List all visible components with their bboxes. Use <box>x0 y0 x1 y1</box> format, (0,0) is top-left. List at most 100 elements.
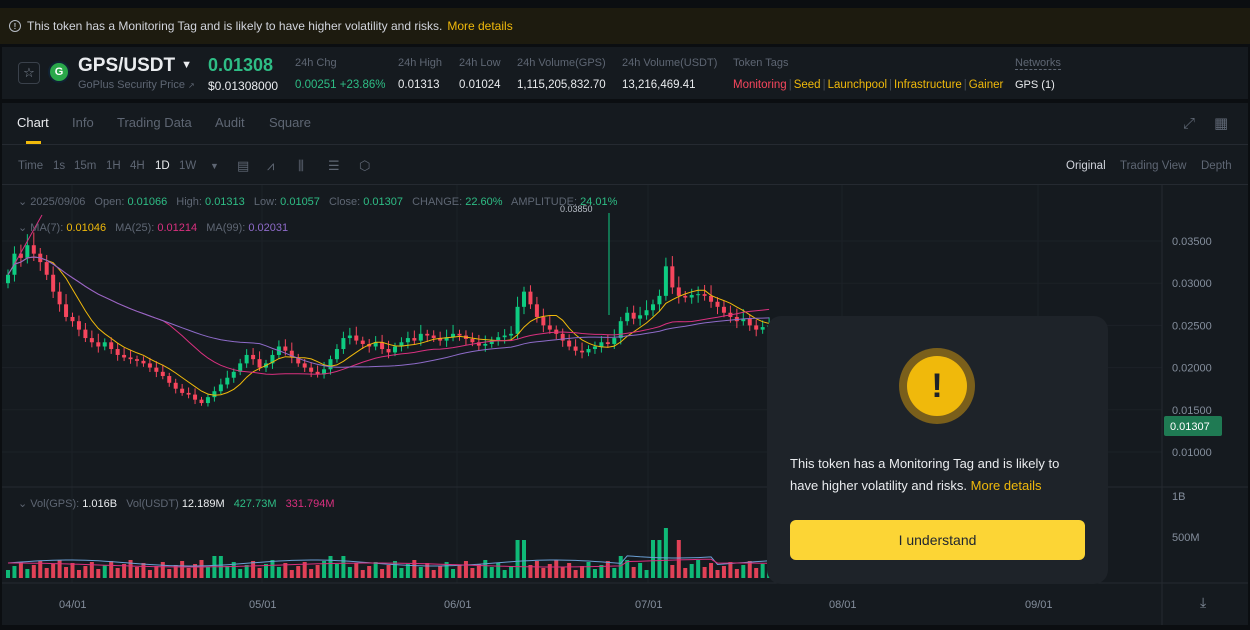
fit-screen-icon[interactable]: ⤓ <box>1200 594 1206 610</box>
timeframe-1d[interactable]: 1D <box>155 160 170 172</box>
vol-usdt-value: 12.189M <box>181 498 225 510</box>
candle-body <box>618 321 623 339</box>
collapse-caret-icon[interactable]: ⌄ <box>18 222 27 234</box>
expand-icon[interactable]: ⤢ <box>1183 115 1195 132</box>
banner-more-details-link[interactable]: More details <box>447 19 512 33</box>
settings-list-icon[interactable]: ☰ <box>328 158 340 174</box>
volume-bar <box>554 560 559 578</box>
candle-body <box>347 335 352 339</box>
volume-bar <box>347 567 352 578</box>
networks-value[interactable]: GPS (1) <box>1015 79 1061 91</box>
candle-body <box>709 295 714 302</box>
modal-more-details-link[interactable]: More details <box>971 478 1042 493</box>
volume-bar <box>141 563 146 578</box>
tab-chart[interactable]: Chart <box>17 115 49 130</box>
timeframe-15m[interactable]: 15m <box>74 160 96 172</box>
candle-body <box>386 349 391 353</box>
tab-trading-data[interactable]: Trading Data <box>117 115 192 130</box>
timeframe-4h[interactable]: 4H <box>130 160 145 172</box>
volume-bar <box>560 567 565 578</box>
candle-body <box>528 291 533 305</box>
candle-body <box>128 357 133 360</box>
volume-bar <box>115 568 120 578</box>
view-original[interactable]: Original <box>1066 160 1106 172</box>
candle-body <box>122 354 127 358</box>
volume-bar <box>225 566 230 578</box>
candle-body <box>44 262 49 275</box>
candle-body <box>70 316 75 322</box>
tab-audit[interactable]: Audit <box>215 115 245 130</box>
collapse-caret-icon[interactable]: ⌄ <box>18 498 27 510</box>
volume-bar <box>160 562 165 578</box>
view-trading-view[interactable]: Trading View <box>1120 160 1186 172</box>
volume-bar <box>754 568 759 578</box>
ohlc-open-label: Open: <box>94 196 125 208</box>
timeframe-1s[interactable]: 1s <box>53 160 65 172</box>
ma25-line <box>13 214 770 375</box>
tag-launchpool[interactable]: Launchpool <box>828 79 887 91</box>
candle-body <box>251 354 256 360</box>
volume-bar <box>51 564 56 578</box>
candle-body <box>547 325 552 330</box>
price-axis-label: 0.02000 <box>1172 363 1212 375</box>
volume-bar <box>296 566 301 578</box>
pair-subtitle[interactable]: GoPlus Security Price ↗ <box>78 79 195 91</box>
monitoring-banner: ! This token has a Monitoring Tag and is… <box>0 8 1250 44</box>
i-understand-button[interactable]: I understand <box>790 520 1085 560</box>
ohlc-amplitude: 24.01% <box>580 196 618 208</box>
volume-bar <box>102 565 107 578</box>
candle-body <box>167 376 172 383</box>
pair-subtitle-text: GoPlus Security Price <box>78 79 185 91</box>
caret-down-icon: ▼ <box>181 59 193 71</box>
ohlc-close: 0.01307 <box>363 196 403 208</box>
hexagon-settings-icon[interactable]: ⬡ <box>359 158 370 174</box>
tab-square[interactable]: Square <box>269 115 311 130</box>
indicator-chart-icon[interactable]: ⩘ <box>267 158 274 174</box>
volume-bar <box>257 568 262 578</box>
exclamation-icon: ! <box>907 356 967 416</box>
candle-body <box>135 359 139 361</box>
timeframe-time[interactable]: Time <box>18 160 43 172</box>
timeframe-1h[interactable]: 1H <box>106 160 121 172</box>
volume-bar <box>747 561 752 578</box>
volume-bar <box>463 561 468 578</box>
timeframe-1w[interactable]: 1W <box>179 160 196 172</box>
token-tags-list: Monitoring | Seed | Launchpool | Infrastructur… <box>733 79 1004 91</box>
volume-bar <box>367 566 372 578</box>
candle-body <box>625 312 630 322</box>
volume-bar <box>457 565 462 578</box>
calendar-icon[interactable]: ▤ <box>237 158 249 174</box>
favorite-star-icon[interactable]: ☆ <box>18 62 40 84</box>
tab-info[interactable]: Info <box>72 115 94 130</box>
tag-seed[interactable]: Seed <box>794 79 821 91</box>
candle-type-icon[interactable]: ⫼ <box>298 158 304 174</box>
tag-monitoring[interactable]: Monitoring <box>733 79 787 91</box>
candle-body <box>580 350 585 353</box>
candle-body <box>702 294 707 296</box>
candle-body <box>760 327 765 330</box>
volume-bar <box>676 540 681 578</box>
volume-bar <box>18 562 23 578</box>
candle-body <box>354 335 359 341</box>
volume-bar <box>612 568 617 578</box>
more-timeframes-caret-icon[interactable]: ▼ <box>210 161 219 171</box>
layout-grid-icon[interactable]: ▦ <box>1214 114 1228 132</box>
tag-gainer[interactable]: Gainer <box>969 79 1004 91</box>
volume-bar <box>567 563 572 578</box>
view-depth[interactable]: Depth <box>1201 160 1232 172</box>
pair-selector[interactable]: GPS/USDT ▼ <box>78 55 192 77</box>
candle-body <box>663 266 668 296</box>
time-axis-label: 07/01 <box>635 599 663 611</box>
collapse-caret-icon[interactable]: ⌄ <box>18 196 27 208</box>
volume-bar <box>418 567 423 578</box>
vol-usdt-label: Vol(USDT) <box>126 498 179 510</box>
ohlc-low-label: Low: <box>253 196 278 208</box>
candle-body <box>522 291 526 307</box>
ohlc-close-label: Close: <box>328 196 361 208</box>
price-axis-label: 0.03500 <box>1172 236 1212 248</box>
candle-body <box>676 287 681 296</box>
volume-bar <box>451 569 456 578</box>
candle-body <box>76 321 81 330</box>
candle-body <box>747 318 752 326</box>
tag-infrastructure[interactable]: Infrastructure <box>894 79 962 91</box>
